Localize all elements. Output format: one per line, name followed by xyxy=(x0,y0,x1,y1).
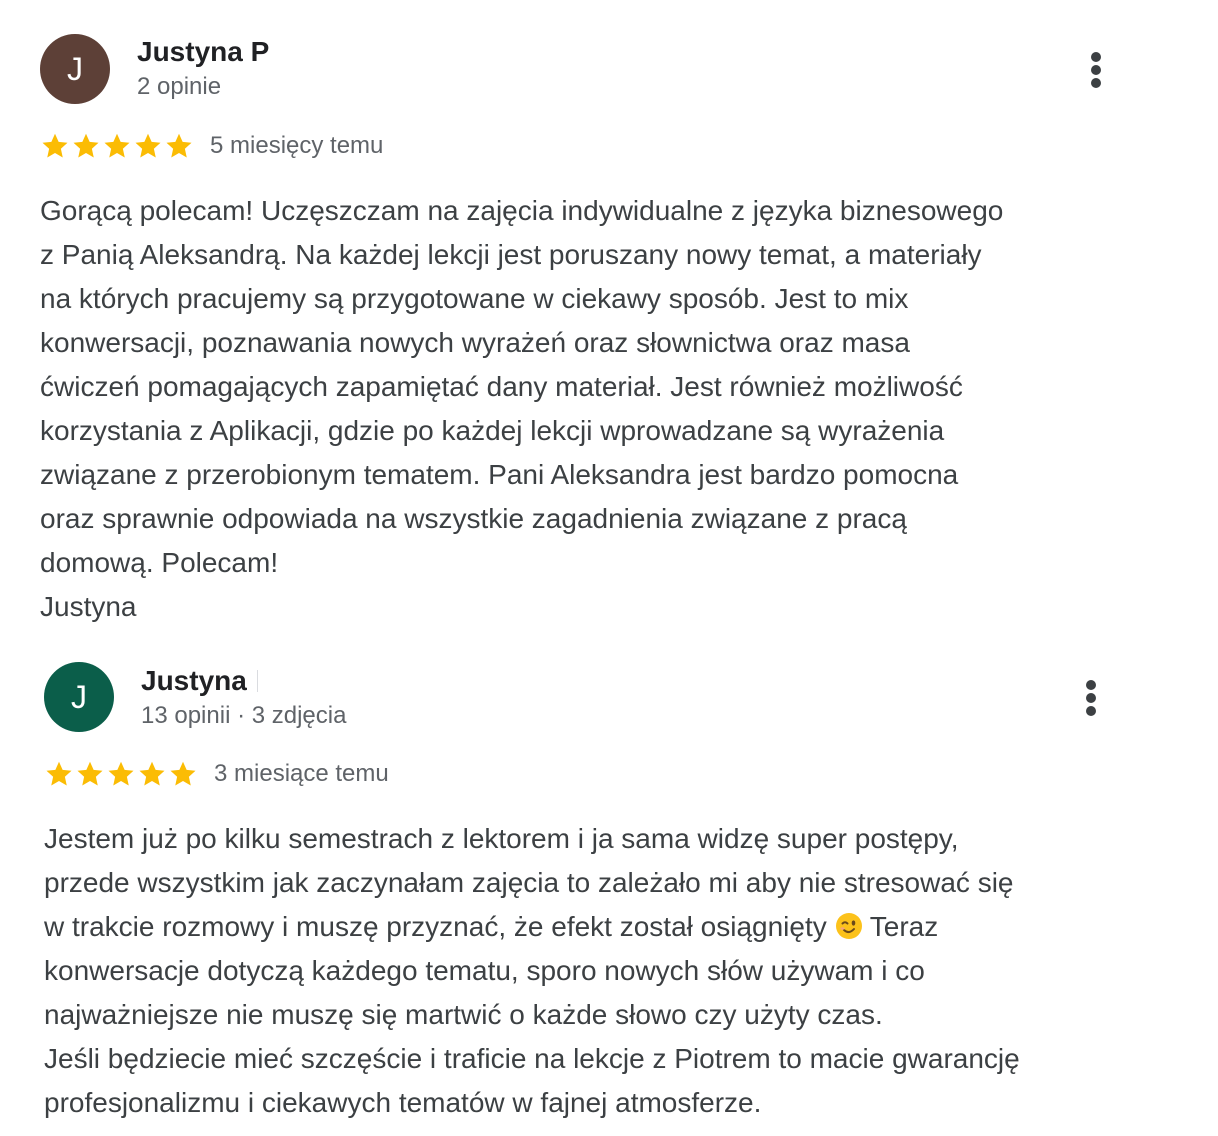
reviewer-name-text[interactable]: Justyna xyxy=(141,665,247,696)
star-rating xyxy=(40,131,194,161)
star-icon xyxy=(170,761,196,786)
star-icon xyxy=(46,761,72,786)
divider xyxy=(256,670,258,692)
more-options-button[interactable] xyxy=(1081,46,1111,90)
star-icon xyxy=(77,761,103,786)
star-icon xyxy=(108,761,134,786)
star-icon xyxy=(135,133,161,158)
star-icon xyxy=(73,133,99,158)
reviewer-name[interactable]: Justyna P xyxy=(137,36,269,68)
review-date: 5 miesięcy temu xyxy=(210,132,384,159)
star-icon xyxy=(42,133,68,158)
review-text: Gorącą polecam! Uczęszczam na zajęcia in… xyxy=(40,195,1004,622)
reviewer-name[interactable]: Justyna xyxy=(141,665,258,697)
rating-row: 5 miesięcy temu xyxy=(40,130,383,162)
reviewer-meta[interactable]: 13 opinii · 3 zdjęcia xyxy=(141,702,346,730)
winking-face-emoji xyxy=(835,913,862,939)
rating-row: 3 miesiące temu xyxy=(44,758,389,790)
review-text: Jestem już po kilku semestrach z lektore… xyxy=(44,817,1204,1125)
star-icon xyxy=(139,761,165,786)
star-icon xyxy=(104,133,130,158)
star-icon xyxy=(166,133,192,158)
review-date: 3 miesiące temu xyxy=(214,760,389,787)
review-text-part: Teraz konwersacje dotyczą każdego tematu… xyxy=(44,911,1020,1118)
avatar[interactable]: J xyxy=(40,34,110,104)
star-rating xyxy=(44,759,198,789)
more-options-button[interactable] xyxy=(1076,674,1106,718)
avatar[interactable]: J xyxy=(44,662,114,732)
reviewer-meta[interactable]: 2 opinie xyxy=(137,73,221,101)
